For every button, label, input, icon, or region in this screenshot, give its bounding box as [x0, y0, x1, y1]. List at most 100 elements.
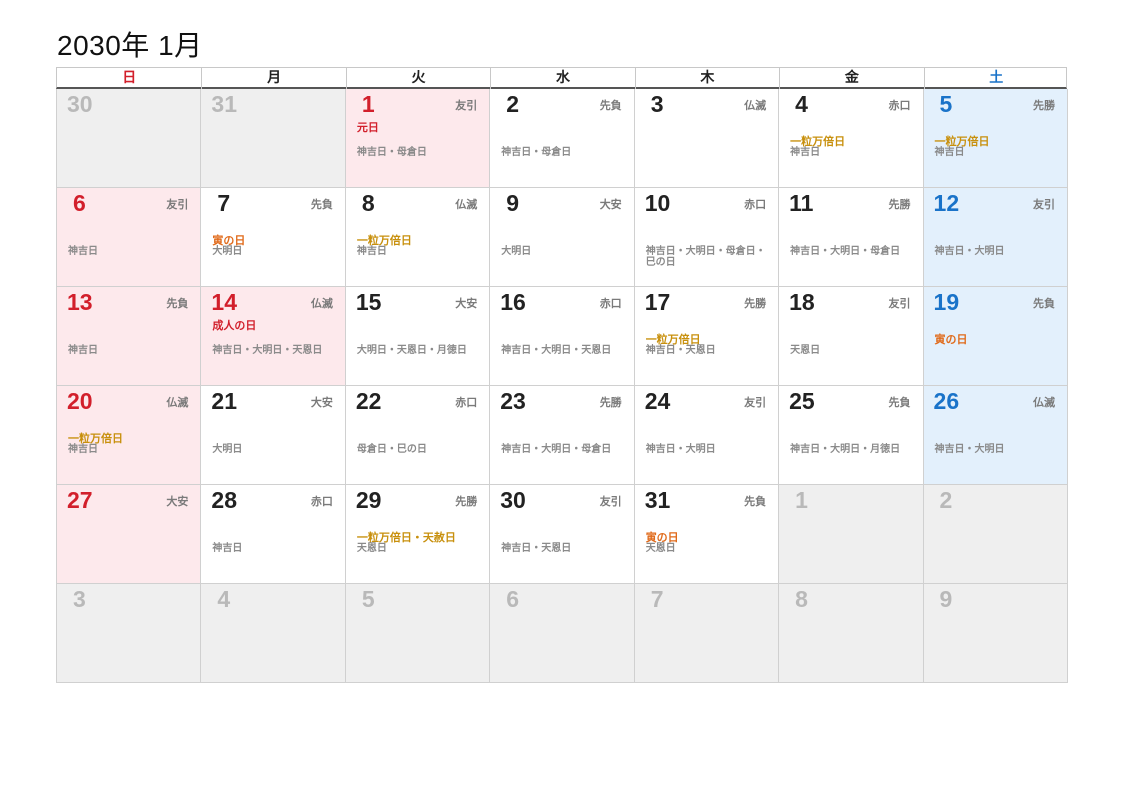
day-number: 14 [211, 289, 238, 315]
day-number: 7 [217, 190, 231, 216]
day-cell[interactable]: 6 友引 神吉日 [57, 188, 202, 287]
day-cell[interactable]: 6 [490, 584, 635, 683]
almanac-notes: 神吉日・天恩日 [645, 345, 716, 356]
day-cell[interactable]: 16 赤口 神吉日・大明日・天恩日 [490, 287, 635, 386]
day-cell[interactable]: 10 赤口 神吉日・大明日・母倉日・巳の日 [634, 188, 780, 287]
almanac-notes: 神吉日・大明日・天恩日 [501, 345, 612, 356]
day-cell[interactable]: 18 友引 天恩日 [779, 287, 924, 386]
day-cell[interactable]: 9 [923, 584, 1068, 683]
day-grid: 30 31 1 友引 元日 神吉日・母倉日 2 先負 神吉日・母倉日 3 仏滅 4 赤口 一粒万倍日 神吉日… [56, 89, 1068, 683]
day-cell[interactable]: 21 大安 大明日 [201, 386, 346, 485]
rokuyo-label: 仏滅 [744, 99, 767, 112]
day-cell[interactable]: 7 [634, 584, 780, 683]
day-number: 23 [500, 388, 526, 414]
almanac-notes: 母倉日・巳の日 [356, 444, 427, 455]
day-number: 8 [361, 190, 375, 216]
day-cell[interactable]: 1 [779, 485, 924, 584]
rokuyo-label: 先負 [310, 198, 333, 211]
rokuyo-label: 先勝 [1032, 99, 1055, 112]
day-number: 12 [933, 190, 960, 216]
almanac-notes: 大明日 [212, 246, 243, 257]
day-cell[interactable]: 14 仏滅 成人の日 神吉日・大明日・天恩日 [201, 287, 346, 386]
day-cell[interactable]: 8 [779, 584, 924, 683]
day-cell[interactable]: 23 先勝 神吉日・大明日・母倉日 [490, 386, 635, 485]
day-cell[interactable]: 5 [345, 584, 491, 683]
day-cell[interactable]: 2 [923, 485, 1068, 584]
weekday-header-sunday: 日 [122, 70, 137, 86]
day-cell[interactable]: 17 先勝 一粒万倍日 神吉日・天恩日 [634, 287, 780, 386]
day-cell[interactable]: 31 [201, 89, 346, 188]
rokuyo-label: 先負 [599, 99, 622, 112]
day-cell[interactable]: 28 赤口 神吉日 [201, 485, 346, 584]
almanac-notes: 神吉日・大明日・母倉日 [790, 246, 901, 257]
day-number: 9 [506, 190, 520, 216]
day-number: 10 [644, 190, 671, 216]
almanac-notes: 神吉日・大明日・母倉日 [501, 444, 612, 455]
day-number: 4 [217, 586, 231, 612]
day-cell[interactable]: 26 仏滅 神吉日・大明日 [923, 386, 1068, 485]
day-cell[interactable]: 4 [201, 584, 346, 683]
day-number: 31 [211, 91, 238, 117]
rokuyo-label: 先勝 [744, 297, 767, 310]
weekday-header-thursday: 木 [634, 68, 779, 89]
day-number: 29 [355, 487, 382, 513]
day-cell[interactable]: 31 先負 寅の日 天恩日 [634, 485, 780, 584]
lucky-day-tag: 寅の日 [934, 333, 968, 346]
day-number: 22 [355, 388, 382, 414]
day-number: 28 [211, 487, 238, 513]
almanac-notes: 神吉日 [68, 246, 98, 257]
calendar: 日 月 火 水 木 金 土 30 31 1 友引 元日 神吉日・母倉日 2 先負 神吉日・母倉日… [56, 67, 1068, 683]
rokuyo-label: 大安 [310, 396, 333, 409]
day-number: 31 [644, 487, 671, 513]
day-cell[interactable]: 4 赤口 一粒万倍日 神吉日 [779, 89, 924, 188]
day-cell[interactable]: 7 先負 寅の日 大明日 [201, 188, 346, 287]
day-number: 3 [650, 91, 664, 117]
rokuyo-label: 友引 [455, 99, 478, 112]
day-number: 24 [644, 388, 671, 414]
day-cell[interactable]: 3 [57, 584, 202, 683]
day-cell[interactable]: 27 大安 [57, 485, 202, 584]
almanac-notes: 神吉日・天恩日 [501, 543, 572, 554]
day-cell[interactable]: 2 先負 神吉日・母倉日 [490, 89, 635, 188]
almanac-notes: 神吉日・大明日 [934, 246, 1005, 257]
almanac-notes: 天恩日 [645, 543, 676, 554]
almanac-notes: 大明日・天恩日・月徳日 [356, 345, 467, 356]
rokuyo-label: 先負 [1032, 297, 1055, 310]
rokuyo-label: 友引 [1032, 198, 1055, 211]
rokuyo-label: 先負 [888, 396, 911, 409]
almanac-notes: 神吉日・大明日・母倉日・巳の日 [645, 246, 766, 268]
day-cell[interactable]: 30 [57, 89, 202, 188]
day-number: 1 [795, 487, 808, 513]
day-cell[interactable]: 9 大安 大明日 [490, 188, 635, 287]
rokuyo-label: 大安 [166, 495, 189, 508]
day-cell[interactable]: 20 仏滅 一粒万倍日 神吉日 [57, 386, 202, 485]
day-number: 19 [933, 289, 960, 315]
day-cell[interactable]: 22 赤口 母倉日・巳の日 [345, 386, 491, 485]
day-cell[interactable]: 13 先負 神吉日 [57, 287, 202, 386]
day-cell[interactable]: 29 先勝 一粒万倍日・天赦日 天恩日 [345, 485, 491, 584]
day-cell[interactable]: 25 先負 神吉日・大明日・月徳日 [779, 386, 924, 485]
day-number: 16 [500, 289, 526, 315]
day-cell[interactable]: 3 仏滅 [634, 89, 780, 188]
day-cell[interactable]: 11 先勝 神吉日・大明日・母倉日 [779, 188, 924, 287]
day-number: 1 [361, 91, 375, 117]
rokuyo-label: 大安 [599, 198, 622, 211]
day-cell[interactable]: 24 友引 神吉日・大明日 [634, 386, 780, 485]
almanac-notes: 神吉日・母倉日 [501, 147, 572, 158]
day-cell[interactable]: 19 先負寅の日 [923, 287, 1068, 386]
almanac-notes: 神吉日・大明日・月徳日 [790, 444, 901, 455]
day-cell[interactable]: 30 友引 神吉日・天恩日 [490, 485, 635, 584]
day-cell[interactable]: 15 大安 大明日・天恩日・月徳日 [345, 287, 491, 386]
rokuyo-label: 大安 [455, 297, 478, 310]
rokuyo-label: 先勝 [455, 495, 478, 508]
day-cell[interactable]: 8 仏滅 一粒万倍日 神吉日 [345, 188, 491, 287]
day-cell[interactable]: 1 友引 元日 神吉日・母倉日 [345, 89, 491, 188]
weekday-header-monday: 月 [201, 68, 345, 89]
rokuyo-label: 先負 [166, 297, 189, 310]
rokuyo-label: 仏滅 [1032, 396, 1055, 409]
almanac-notes: 神吉日・大明日 [645, 444, 716, 455]
day-cell[interactable]: 12 友引神吉日・大明日 [923, 188, 1068, 287]
holiday-name: 元日 [356, 121, 379, 134]
day-cell[interactable]: 5 先勝 一粒万倍日 神吉日 [923, 89, 1068, 188]
day-number: 6 [73, 190, 86, 216]
